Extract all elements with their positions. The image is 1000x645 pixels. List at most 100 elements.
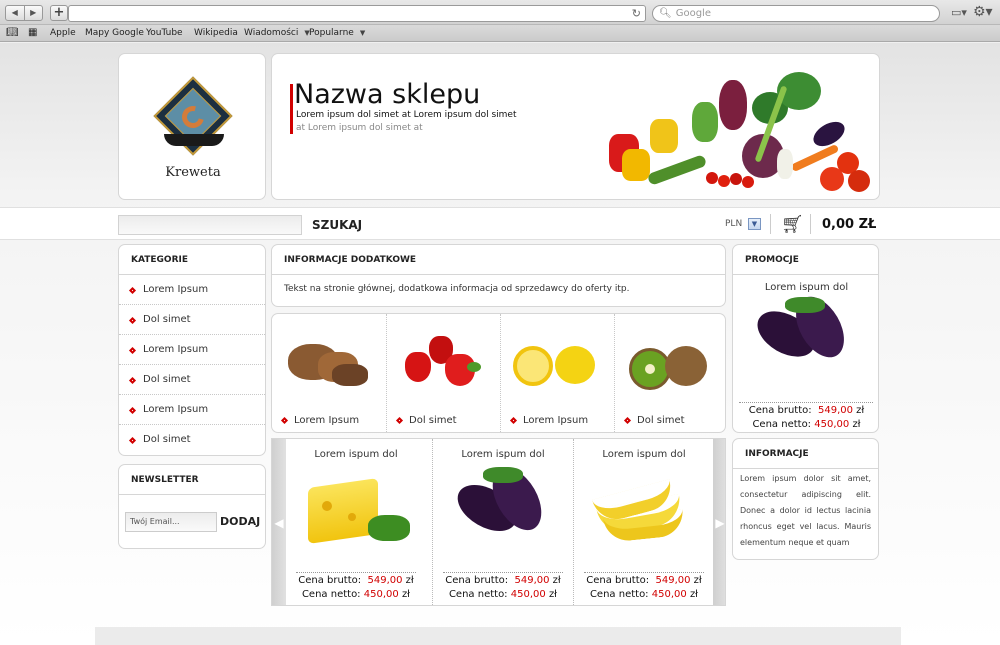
search-input[interactable] [118, 215, 302, 235]
product-category-label: Dol simet [637, 415, 685, 426]
forward-icon[interactable]: ▶ [25, 6, 43, 20]
product-title: Lorem ispum dol [314, 449, 398, 460]
email-field[interactable]: Twój Email... [125, 512, 217, 532]
bookmarks-bar: 📖︎ ▦ Apple Mapy Google YouTube Wikipedia… [0, 25, 1000, 42]
bullet-icon [128, 376, 137, 385]
currency-select[interactable]: PLN [725, 219, 742, 229]
bookmark-youtube[interactable]: YouTube [146, 25, 183, 41]
bullet-icon [128, 406, 137, 415]
net-price: Cena netto: 450,00 zł [301, 589, 411, 600]
title-accent-bar [290, 84, 293, 134]
shop-tagline: Lorem ipsum dol simet at Lorem ipsum dol… [296, 110, 517, 120]
info-text: Tekst na stronie głównej, dodatkowa info… [284, 284, 630, 294]
bullet-icon [128, 286, 137, 295]
search-button[interactable]: SZUKAJ [312, 215, 362, 235]
category-item[interactable]: Lorem Ipsum [119, 395, 265, 425]
shop-name: Nazwa sklepu [294, 79, 481, 110]
info-box: INFORMACJE DODATKOWE Tekst na stronie gł… [271, 244, 726, 307]
search-icon: 🔍︎ [659, 8, 672, 19]
product-category-label: Lorem Ipsum [523, 415, 589, 426]
promo-box: PROMOCJE Lorem ispum dol Cena brutto: 54… [732, 244, 879, 433]
carousel-product-card[interactable]: Lorem ispum dol Cena brutto: 549,00 zł C… [286, 439, 426, 605]
top-sites-icon[interactable]: ▦ [28, 25, 37, 41]
reload-icon[interactable]: ↻ [632, 6, 641, 21]
carousel-product-card[interactable]: Lorem ispum dol Cena brutto: 549,00 zł C… [573, 439, 713, 605]
header-banner: Nazwa sklepu Lorem ipsum dol simet at Lo… [271, 53, 880, 200]
back-icon[interactable]: ◀ [6, 6, 25, 20]
price-divider [443, 572, 563, 573]
product-title[interactable]: Lorem ispum dol [733, 282, 880, 293]
product-category-card[interactable]: Lorem Ipsum [500, 314, 613, 432]
bookmark-popular[interactable]: Popularne ▼ [309, 25, 365, 41]
search-band: SZUKAJ PLN ▼ 🛒︎ 0,00 ZŁ [0, 207, 1000, 240]
product-category-card[interactable]: Lorem Ipsum [272, 314, 385, 432]
categories-box: KATEGORIE Lorem Ipsum Dol simet Lorem Ip… [118, 244, 266, 456]
product-carousel: ◀ Lorem ispum dol Cena brutto: 549,00 zł… [271, 438, 726, 606]
bullet-icon [128, 436, 137, 445]
chevron-left-icon[interactable]: ◀ [272, 439, 286, 605]
browser-toolbar: ◀ ▶ + ↻ 🔍︎ Google ▭▾ ⚙▾ [0, 0, 1000, 25]
address-bar[interactable]: ↻ [68, 5, 646, 22]
bookmark-wikipedia[interactable]: Wikipedia [194, 25, 238, 41]
gross-price: Cena brutto: 549,00 zł [586, 575, 702, 586]
product-category-card[interactable]: Dol simet [386, 314, 499, 432]
gear-icon[interactable]: ⚙▾ [973, 4, 993, 20]
gross-price: Cena brutto: 549,00 zł [445, 575, 561, 586]
chevron-down-icon: ▼ [359, 29, 366, 37]
carousel-product-card[interactable]: Lorem ispum dol Cena brutto: 549,00 zł C… [432, 439, 572, 605]
information-title: INFORMACJE [733, 439, 878, 469]
divider [770, 214, 771, 234]
footer [95, 627, 901, 645]
browser-search-input[interactable]: 🔍︎ Google [652, 5, 940, 22]
price-divider [584, 572, 704, 573]
shop-page: Kreweta Nazwa sklepu Lorem ipsum dol sim… [0, 43, 1000, 645]
chevron-down-icon[interactable]: ▼ [748, 218, 761, 230]
bookmark-apple[interactable]: Apple [50, 25, 76, 41]
bullet-icon [623, 416, 632, 425]
category-item[interactable]: Dol simet [119, 365, 265, 395]
product-title: Lorem ispum dol [602, 449, 686, 460]
category-item[interactable]: Lorem Ipsum [119, 335, 265, 365]
cart-total[interactable]: 0,00 ZŁ [822, 217, 876, 232]
product-category-label: Lorem Ipsum [294, 415, 360, 426]
page-menu-icon[interactable]: ▭▾ [951, 6, 967, 19]
newsletter-title: NEWSLETTER [119, 465, 265, 495]
gross-price: Cena brutto: 549,00 zł [748, 405, 865, 416]
logo-ribbon [164, 134, 224, 146]
divider [810, 214, 811, 234]
promo-title: PROMOCJE [733, 245, 878, 275]
net-price: Cena netto: 450,00 zł [589, 589, 699, 600]
categories-title: KATEGORIE [119, 245, 265, 275]
bullet-icon [509, 416, 518, 425]
info-title: INFORMACJE DODATKOWE [272, 245, 725, 275]
price-divider [296, 572, 416, 573]
information-box: INFORMACJE Lorem ipsum dolor sit amet, c… [732, 438, 879, 560]
bullet-icon [128, 316, 137, 325]
bullet-icon [395, 416, 404, 425]
bookmark-maps[interactable]: Mapy Google [85, 25, 144, 41]
information-text: Lorem ipsum dolor sit amet, consectetur … [740, 474, 871, 547]
reading-list-icon[interactable]: 📖︎ [6, 25, 19, 41]
chevron-right-icon[interactable]: ▶ [713, 439, 725, 605]
net-price: Cena netto: 450,00 zł [752, 419, 861, 430]
cart-icon[interactable]: 🛒︎ [781, 214, 804, 235]
product-category-grid: Lorem Ipsum Dol simet Lorem Ipsum Dol si… [271, 313, 726, 433]
bookmark-news[interactable]: Wiadomości ▼ [244, 25, 310, 41]
product-title: Lorem ispum dol [461, 449, 545, 460]
category-item[interactable]: Lorem Ipsum [119, 275, 265, 305]
bullet-icon [128, 346, 137, 355]
bullet-icon [280, 416, 289, 425]
newsletter-submit-button[interactable]: DODAJ [220, 512, 260, 532]
price-divider [739, 402, 873, 403]
net-price: Cena netto: 450,00 zł [448, 589, 558, 600]
logo-box[interactable]: Kreweta [118, 53, 266, 200]
category-item[interactable]: Dol simet [119, 305, 265, 335]
product-category-card[interactable]: Dol simet [614, 314, 725, 432]
nav-buttons: ◀ ▶ [5, 5, 43, 21]
gross-price: Cena brutto: 549,00 zł [298, 575, 414, 586]
product-category-label: Dol simet [409, 415, 457, 426]
shop-tagline-secondary: at Lorem ipsum dol simet at [296, 123, 423, 133]
add-bookmark-button[interactable]: + [50, 5, 68, 21]
newsletter-box: NEWSLETTER Twój Email... DODAJ [118, 464, 266, 549]
category-item[interactable]: Dol simet [119, 425, 265, 455]
